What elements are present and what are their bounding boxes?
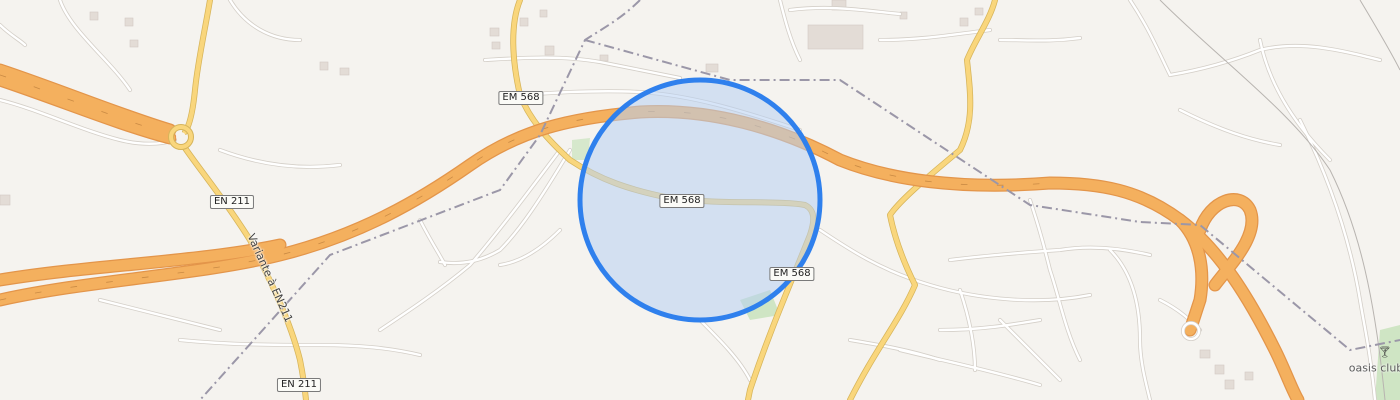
road-label-em568-center: EM 568 — [659, 194, 705, 208]
cocktail-glass-icon[interactable]: 🍸︎ — [1378, 346, 1392, 359]
poi-label-oasis-club[interactable]: oasis club — [1349, 362, 1400, 375]
road-label-en211-north: EN 211 — [209, 195, 255, 209]
road-label-em568-south: EM 568 — [769, 267, 815, 281]
map-canvas[interactable]: EM 568 EM 568 EM 568 EN 211 EN 211 Varia… — [0, 0, 1400, 400]
road-label-em568: EM 568 — [498, 91, 544, 105]
road-label-en211-south: EN 211 — [276, 378, 322, 392]
